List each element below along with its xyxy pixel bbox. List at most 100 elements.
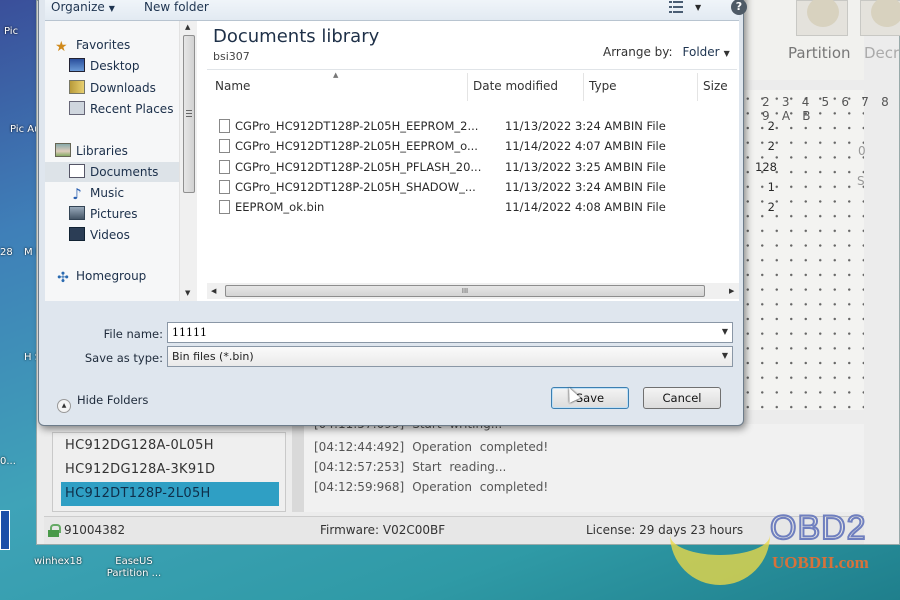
navigation-pane: ★ Favorites Desktop Downloads Recent Plac… [45,21,181,301]
nav-label: Music [90,186,125,200]
nav-downloads[interactable]: Downloads [69,78,156,98]
arrange-label: Arrange by: [603,45,673,59]
column-separator[interactable] [467,73,468,101]
nav-pictures[interactable]: Pictures [69,204,138,224]
chevron-down-icon[interactable]: ▼ [722,351,728,360]
file-type: BIN File [623,200,666,214]
column-header-name[interactable]: Name [215,79,250,101]
desktop-icon-easeus[interactable]: EaseUS Partition ... [104,556,164,580]
save-as-type-select[interactable]: Bin files (*.bin) ▼ [167,346,733,367]
hex-column-header: 2 3 4 5 6 7 8 9 A B [762,95,893,123]
cancel-button[interactable]: Cancel [643,387,721,409]
star-icon: ★ [55,39,68,55]
desktop-icon-winhex[interactable]: winhex18 [34,556,82,567]
music-icon: ♪ [72,185,82,203]
decrypt-button[interactable] [860,0,900,36]
scroll-down-icon[interactable]: ▼ [185,289,190,297]
chevron-down-icon[interactable]: ▼ [722,327,728,336]
file-name-label: File name: [103,327,163,341]
file-size: 2 [767,139,775,153]
arrange-value[interactable]: Folder [683,45,720,59]
desktop-icon-label[interactable]: Pic [4,26,18,37]
nav-label: Documents [90,165,159,179]
column-header-type[interactable]: Type [589,79,617,101]
hide-folders-button[interactable]: ▲ Hide Folders [57,393,148,413]
firmware-version: Firmware: V02C00BF [320,523,446,537]
homegroup-icon: ✣ [57,270,69,286]
desktop-icon-label[interactable]: 28 [0,247,13,258]
file-size: 2 [767,119,775,133]
videos-icon [69,227,85,241]
nav-favorites[interactable]: ★ Favorites [55,35,130,55]
chip-list-item[interactable]: HC912DG128A-3K91D [61,458,279,482]
horizontal-scroll-thumb[interactable]: III [225,285,705,297]
file-row[interactable]: CGPro_HC912DT128P-2L05H_SHADOW_... 11/13/… [215,177,775,197]
nav-homegroup[interactable]: ✣ Homegroup [55,266,146,286]
column-separator[interactable] [583,73,584,101]
hex-cell-char: 0 [858,144,866,158]
dialog-toolbar: Organize ▼ New folder ▼ ? [45,0,747,21]
nav-label: Favorites [76,38,131,52]
log-message: Start reading... [412,460,507,474]
horizontal-scrollbar[interactable]: ◀ III ▶ [207,283,739,299]
view-dropdown-icon[interactable]: ▼ [695,3,701,12]
column-header-size[interactable]: Size [703,79,728,101]
log-line: [04:12:59:968] Operation completed! [314,480,548,494]
nav-label: Libraries [76,144,128,158]
file-name-field[interactable]: ▼ [167,322,733,343]
column-header-date[interactable]: Date modified [473,79,558,101]
dialog-body: ★ Favorites Desktop Downloads Recent Plac… [45,21,777,301]
column-separator[interactable] [697,73,698,101]
file-size: 128 [755,160,777,174]
file-name: CGPro_HC912DT128P-2L05H_EEPROM_2... [235,119,479,133]
nav-documents[interactable]: Documents [45,162,181,182]
file-icon [219,180,230,194]
desktop-app-tile[interactable] [0,510,10,550]
log-message: Operation completed! [412,480,549,494]
organize-button[interactable]: Organize ▼ [51,0,115,14]
scroll-up-icon[interactable]: ▲ [185,23,190,31]
nav-label: Downloads [90,81,156,95]
scroll-left-icon[interactable]: ◀ [211,287,216,295]
file-name: EEPROM_ok.bin [235,200,325,214]
log-panel: [04:11:57:099]Start writing... [04:12:44… [292,417,864,512]
nav-recent-places[interactable]: Recent Places [69,99,173,119]
file-name: CGPro_HC912DT128P-2L05H_SHADOW_... [235,180,476,194]
nav-scroll-thumb[interactable] [183,35,195,193]
file-row[interactable]: CGPro_HC912DT128P-2L05H_EEPROM_o... 11/14… [215,136,775,156]
watermark: OBD2 UOBDII.com [670,505,900,595]
pictures-icon [69,206,85,220]
watermark-swoosh-icon [670,505,770,585]
scroll-right-icon[interactable]: ▶ [729,287,734,295]
file-size: 1 [767,180,775,194]
file-type: BIN File [623,160,666,174]
nav-music[interactable]: ♪ Music [69,183,124,203]
chip-list-item-selected[interactable]: HC912DT128P-2L05H [61,482,279,506]
nav-scrollbar[interactable]: ▲ ▼ [179,21,197,301]
nav-videos[interactable]: Videos [69,225,130,245]
new-folder-button[interactable]: New folder [144,0,209,14]
file-row[interactable]: CGPro_HC912DT128P-2L05H_PFLASH_20... 11/1… [215,157,777,177]
desktop-icon [69,58,85,72]
nav-libraries[interactable]: Libraries [55,141,128,161]
view-options-icon[interactable] [669,1,683,13]
chip-list[interactable]: HC912DG128A-0L05H HC912DG128A-3K91D HC91… [52,432,286,512]
partition-button[interactable] [796,0,848,36]
log-time: [04:12:57:253] [314,460,405,474]
nav-desktop[interactable]: Desktop [69,56,140,76]
desktop-icons: Pic Pic Au 28 M R H S 0... [0,0,43,600]
save-as-dialog: Organize ▼ New folder ▼ ? ★ Favorites Desk… [38,0,777,426]
chevron-down-icon: ▼ [723,49,730,58]
arrange-by[interactable]: Arrange by: Folder ▼ [603,45,730,59]
file-row[interactable]: CGPro_HC912DT128P-2L05H_EEPROM_2... 11/13… [215,116,775,136]
nav-label: Desktop [90,59,140,73]
chevron-up-icon: ▲ [57,399,71,413]
file-name-input[interactable] [168,323,688,342]
save-as-type-label: Save as type: [84,351,163,365]
desktop-icon-label[interactable]: 0... [0,456,16,467]
log-time: [04:12:59:968] [314,480,405,494]
decrypt-label: Decry [864,44,900,62]
file-row[interactable]: EEPROM_ok.bin 11/14/2022 4:08 AM BIN File 2 [215,197,775,217]
file-type: BIN File [623,180,666,194]
chip-list-item[interactable]: HC912DG128A-0L05H [61,434,279,458]
